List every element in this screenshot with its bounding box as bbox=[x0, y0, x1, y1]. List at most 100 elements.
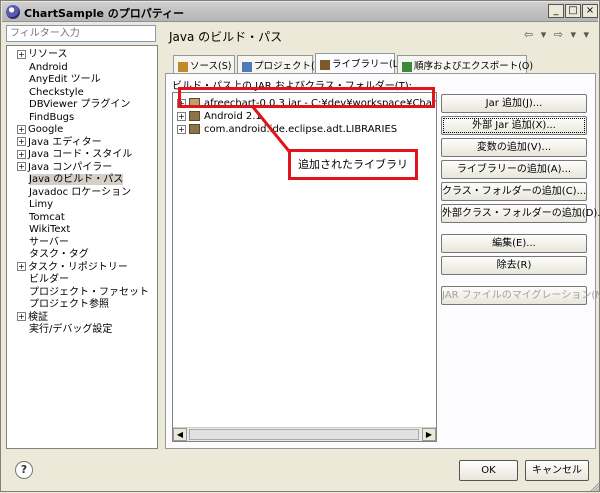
tree-item[interactable]: WikiText bbox=[29, 223, 70, 236]
callout-label: 追加されたライブラリ bbox=[288, 149, 418, 180]
tree-item[interactable]: + Java コンパイラー bbox=[17, 161, 112, 174]
tree-item-label: AnyEdit ツール bbox=[29, 74, 101, 85]
build-path-button[interactable]: 編集(E)... bbox=[441, 234, 587, 253]
left-pane: +リソースAndroidAnyEdit ツールCheckstyleDBViewe… bbox=[6, 25, 158, 449]
tab-label: プロジェクト(P) bbox=[254, 61, 325, 72]
tree-item-label: タスク・タグ bbox=[29, 249, 89, 260]
library-item[interactable]: + com.android.ide.eclipse.adt.LIBRARIES bbox=[177, 123, 397, 136]
build-path-button[interactable]: 外部クラス・フォルダーの追加(D)... bbox=[441, 204, 600, 223]
tree-item-label: WikiText bbox=[29, 224, 71, 235]
source-folder-icon bbox=[178, 61, 188, 72]
tab[interactable]: 順序およびエクスポート(O) bbox=[397, 55, 533, 73]
build-path-button[interactable]: JAR ファイルのマイグレーション(M)... bbox=[441, 286, 600, 305]
tree-item-label: Java エディター bbox=[28, 136, 102, 148]
tree-item[interactable]: Java のビルド・パス bbox=[29, 173, 124, 186]
tree-item[interactable]: プロジェクト・ファセット bbox=[29, 286, 149, 299]
build-path-button[interactable]: ライブラリーの追加(A)... bbox=[441, 160, 587, 179]
tree-item[interactable]: 実行/デバッグ設定 bbox=[29, 323, 112, 336]
library-label: Android 2.1 bbox=[204, 111, 262, 122]
filter-input[interactable] bbox=[6, 25, 156, 42]
tree-item[interactable]: AnyEdit ツール bbox=[29, 73, 101, 86]
scroll-right-icon[interactable]: ▶ bbox=[422, 428, 436, 441]
ok-button[interactable]: OK bbox=[459, 460, 518, 481]
tab-label: 順序およびエクスポート(O) bbox=[414, 61, 534, 72]
expand-icon[interactable]: + bbox=[177, 111, 186, 121]
properties-dialog: ChartSample のプロパティー _ □ × +リソースAndroidAn… bbox=[0, 0, 600, 492]
tree-item[interactable]: サーバー bbox=[29, 236, 69, 249]
tree-item-label: プロジェクト・ファセット bbox=[29, 286, 149, 298]
tab-label: ライブラリー(L) bbox=[332, 59, 402, 70]
tree-item[interactable]: Tomcat bbox=[29, 211, 65, 224]
tree-item[interactable]: DBViewer プラグイン bbox=[29, 98, 130, 111]
dialog-footer: ? OK キャンセル bbox=[1, 453, 600, 493]
tree-item-label: Tomcat bbox=[29, 211, 65, 223]
tree-item[interactable]: Limy bbox=[29, 198, 53, 211]
tree-item[interactable]: + タスク・リポジトリー bbox=[17, 261, 128, 274]
tree-item-label: Limy bbox=[29, 199, 54, 210]
tab[interactable]: ソース(S) bbox=[173, 55, 235, 73]
tree-item[interactable]: + リソース bbox=[17, 48, 68, 61]
expand-icon[interactable]: + bbox=[17, 312, 26, 321]
scroll-thumb[interactable] bbox=[189, 429, 419, 440]
tree-item-label: DBViewer プラグイン bbox=[29, 99, 131, 110]
help-icon[interactable]: ? bbox=[15, 461, 33, 479]
build-path-button[interactable]: 変数の追加(V)... bbox=[441, 138, 587, 157]
tab[interactable]: プロジェクト(P) bbox=[237, 55, 324, 73]
tree-item-label: Java コード・スタイル bbox=[28, 149, 133, 160]
close-button[interactable]: × bbox=[582, 4, 598, 18]
history-nav-arrows[interactable]: ⇦ ▾ ⇨ ▾ ▾ bbox=[524, 28, 591, 41]
tree-item-label: リソース bbox=[28, 49, 68, 60]
tree-item-label: FindBugs bbox=[29, 111, 75, 123]
build-path-button[interactable]: 外部 Jar 追加(X)... bbox=[441, 116, 587, 135]
library-item[interactable]: + Android 2.1 bbox=[177, 110, 262, 123]
property-tree[interactable]: + リソース Android AnyEdit ツール Checkstyle DBViewe… bbox=[6, 45, 158, 449]
library-icon bbox=[320, 59, 330, 70]
tab[interactable]: ライブラリー(L) bbox=[315, 53, 402, 74]
tree-item-label: 検証 bbox=[28, 311, 48, 323]
tree-item[interactable]: ビルダー bbox=[29, 273, 69, 286]
order-icon bbox=[402, 61, 412, 72]
expand-icon[interactable]: + bbox=[17, 262, 26, 271]
project-icon bbox=[242, 61, 252, 72]
expand-icon[interactable]: + bbox=[17, 137, 26, 146]
tree-item-label: Java コンパイラー bbox=[28, 161, 113, 173]
tree-item[interactable]: + 検証 bbox=[17, 311, 48, 324]
tree-item[interactable]: Javadoc ロケーション bbox=[29, 186, 131, 199]
tree-item[interactable]: プロジェクト参照 bbox=[29, 298, 109, 311]
build-path-button[interactable]: Jar 追加(J)... bbox=[441, 94, 587, 113]
library-icon bbox=[189, 111, 200, 121]
tree-item[interactable]: + Java コード・スタイル bbox=[17, 148, 132, 161]
tree-item-label: タスク・リポジトリー bbox=[28, 261, 128, 273]
resize-grip-icon[interactable] bbox=[589, 481, 599, 491]
cancel-button[interactable]: キャンセル bbox=[525, 460, 589, 481]
tree-item[interactable]: + Google bbox=[17, 123, 63, 136]
library-list[interactable]: ◀ ▶ + afreechart-0.0.3.jar - C:¥dev¥works… bbox=[172, 92, 437, 442]
expand-icon[interactable]: + bbox=[17, 49, 26, 59]
horizontal-scrollbar[interactable]: ◀ ▶ bbox=[173, 427, 436, 441]
page-title: Java のビルド・パス bbox=[169, 30, 283, 44]
build-path-button[interactable]: 除去(R) bbox=[441, 256, 587, 275]
tree-item[interactable]: Android bbox=[29, 61, 68, 74]
tree-item-label: プロジェクト参照 bbox=[29, 299, 109, 310]
tree-item[interactable]: FindBugs bbox=[29, 111, 74, 124]
build-path-button[interactable]: クラス・フォルダーの追加(C)... bbox=[441, 182, 587, 201]
tab-bar: ソース(S) プロジェクト(P) ライブラリー(L) 順序およびエクスポート(O) bbox=[165, 53, 595, 74]
tree-item-label: Java のビルド・パス bbox=[29, 174, 124, 185]
libraries-panel: ビルド・パス上の JAR およびクラス・フォルダー(T): ◀ ▶ + afree… bbox=[165, 73, 600, 449]
tree-item[interactable]: + Java エディター bbox=[17, 136, 102, 149]
expand-icon[interactable]: + bbox=[177, 124, 186, 134]
title-bar[interactable]: ChartSample のプロパティー _ □ × bbox=[2, 2, 598, 22]
expand-icon[interactable]: + bbox=[17, 162, 26, 171]
maximize-button[interactable]: □ bbox=[565, 4, 581, 18]
library-label: com.android.ide.eclipse.adt.LIBRARIES bbox=[204, 124, 398, 135]
tree-item[interactable]: Checkstyle bbox=[29, 86, 84, 99]
tree-item-label: 実行/デバッグ設定 bbox=[29, 324, 113, 335]
scroll-left-icon[interactable]: ◀ bbox=[173, 428, 187, 441]
minimize-button[interactable]: _ bbox=[548, 4, 564, 18]
tree-item-label: サーバー bbox=[29, 236, 69, 248]
expand-icon[interactable]: + bbox=[17, 124, 26, 134]
tree-item[interactable]: タスク・タグ bbox=[29, 248, 89, 261]
window-title: ChartSample のプロパティー bbox=[24, 7, 185, 20]
tree-item-label: Checkstyle bbox=[29, 86, 84, 98]
expand-icon[interactable]: + bbox=[17, 149, 26, 159]
